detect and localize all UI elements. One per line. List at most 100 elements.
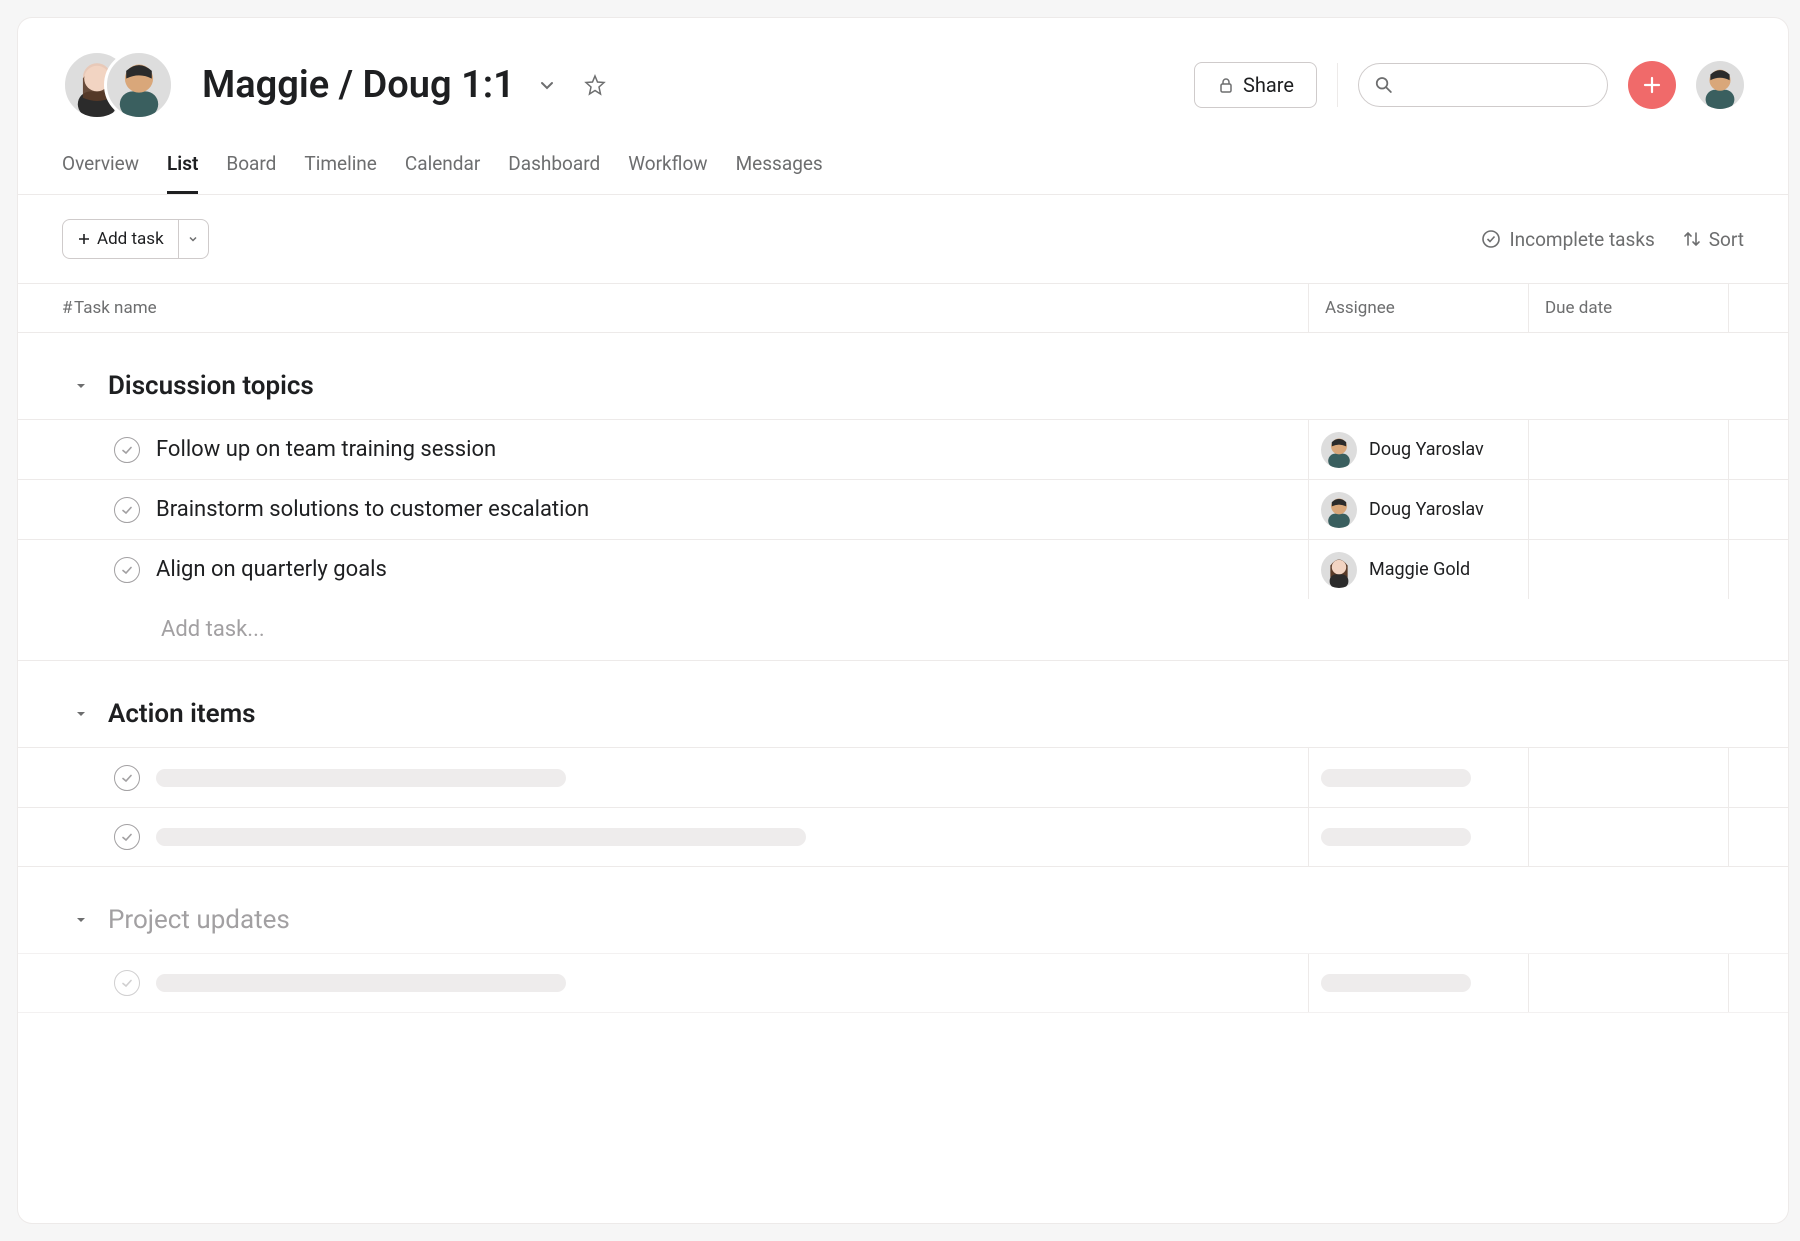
due-date-cell [1528,808,1728,866]
complete-task-button[interactable] [114,497,140,523]
complete-task-button [114,970,140,996]
skeleton-placeholder [1321,769,1471,787]
complete-task-button[interactable] [114,557,140,583]
share-button[interactable]: Share [1194,62,1317,108]
list-toolbar: Add task Incomplete tasks Sort [18,195,1788,283]
task-row-skeleton [18,747,1788,807]
tab-timeline[interactable]: Timeline [304,152,377,194]
table-header-row: # Task name Assignee Due date [18,283,1788,333]
assignee-name: Doug Yaroslav [1369,499,1484,520]
assignee-name: Maggie Gold [1369,559,1470,580]
task-name-cell: Brainstorm solutions to customer escalat… [18,480,1308,539]
task-name-cell [18,808,1308,866]
sort-button[interactable]: Sort [1683,228,1744,251]
check-circle-icon [1481,229,1501,249]
search-field[interactable] [1401,75,1591,96]
assignee-name: Doug Yaroslav [1369,439,1484,460]
project-tabs: Overview List Board Timeline Calendar Dashboa… [18,120,1788,195]
share-label: Share [1243,73,1294,97]
assignee-cell[interactable]: Doug Yaroslav [1308,420,1528,479]
filter-label: Incomplete tasks [1509,228,1654,251]
col-header-due-date: Due date [1528,284,1728,332]
assignee-avatar [1321,492,1357,528]
due-date-cell[interactable] [1528,420,1728,479]
task-row-skeleton [18,807,1788,867]
due-date-cell[interactable] [1528,480,1728,539]
divider [1337,63,1338,107]
plus-icon [77,232,91,246]
task-name: Align on quarterly goals [156,557,387,582]
project-title: Maggie / Doug 1:1 [202,63,515,107]
extra-cell [1728,954,1788,1012]
global-add-button[interactable] [1628,61,1676,109]
tab-list[interactable]: List [167,152,198,194]
section-header: Project updates [18,867,1788,953]
extra-cell [1728,420,1788,479]
plus-icon [1641,74,1663,96]
task-row[interactable]: Align on quarterly goals Maggie Gold [18,539,1788,599]
skeleton-placeholder [156,828,806,846]
section-title: Project updates [108,905,290,935]
due-date-cell [1528,748,1728,807]
project-avatars [62,50,174,120]
tab-dashboard[interactable]: Dashboard [508,152,600,194]
add-task-label: Add task [97,229,164,249]
section-header: Discussion topics [18,333,1788,419]
add-task-inline[interactable]: Add task... [18,599,1788,661]
section-header: Action items [18,661,1788,747]
skeleton-placeholder [1321,974,1471,992]
skeleton-placeholder [156,974,566,992]
extra-cell [1728,808,1788,866]
avatar-doug [104,50,174,120]
assignee-cell[interactable]: Doug Yaroslav [1308,480,1528,539]
add-task-button[interactable]: Add task [62,219,209,259]
favorite-star-icon[interactable] [579,69,611,101]
sort-label: Sort [1709,228,1744,251]
tab-overview[interactable]: Overview [62,152,139,194]
tab-messages[interactable]: Messages [736,152,823,194]
task-name: Brainstorm solutions to customer escalat… [156,497,589,522]
task-name-cell: Align on quarterly goals [18,540,1308,599]
chevron-down-icon [187,233,199,245]
extra-cell [1728,748,1788,807]
col-header-extra [1728,284,1788,332]
section-collapse-toggle[interactable] [74,913,94,927]
col-header-num: # [18,284,74,332]
tab-workflow[interactable]: Workflow [628,152,707,194]
skeleton-placeholder [156,769,566,787]
due-date-cell[interactable] [1528,540,1728,599]
task-name-cell [18,954,1308,1012]
project-menu-dropdown[interactable] [531,69,563,101]
section-collapse-toggle[interactable] [74,379,94,393]
extra-cell [1728,480,1788,539]
section-title: Discussion topics [108,371,314,401]
extra-cell [1728,540,1788,599]
task-name-cell [18,748,1308,807]
task-table: # Task name Assignee Due date Discussion… [18,283,1788,1223]
assignee-cell [1308,954,1528,1012]
assignee-cell [1308,748,1528,807]
sort-icon [1683,230,1701,248]
complete-task-button[interactable] [114,437,140,463]
task-row[interactable]: Follow up on team training sessionDoug Y… [18,419,1788,479]
skeleton-placeholder [1321,828,1471,846]
assignee-avatar [1321,552,1357,588]
complete-task-button [114,824,140,850]
due-date-cell [1528,954,1728,1012]
search-input[interactable] [1358,63,1608,107]
assignee-avatar [1321,432,1357,468]
add-task-dropdown[interactable] [178,220,208,258]
current-user-avatar[interactable] [1696,61,1744,109]
section-collapse-toggle[interactable] [74,707,94,721]
tab-calendar[interactable]: Calendar [405,152,480,194]
complete-task-button [114,765,140,791]
col-header-assignee: Assignee [1308,284,1528,332]
tab-board[interactable]: Board [226,152,276,194]
task-row[interactable]: Brainstorm solutions to customer escalat… [18,479,1788,539]
project-header: Maggie / Doug 1:1 Share [18,18,1788,120]
col-header-task-name: Task name [74,284,1308,332]
filter-incomplete-tasks[interactable]: Incomplete tasks [1481,228,1654,251]
assignee-cell[interactable]: Maggie Gold [1308,540,1528,599]
search-icon [1375,75,1393,95]
lock-icon [1217,76,1235,94]
